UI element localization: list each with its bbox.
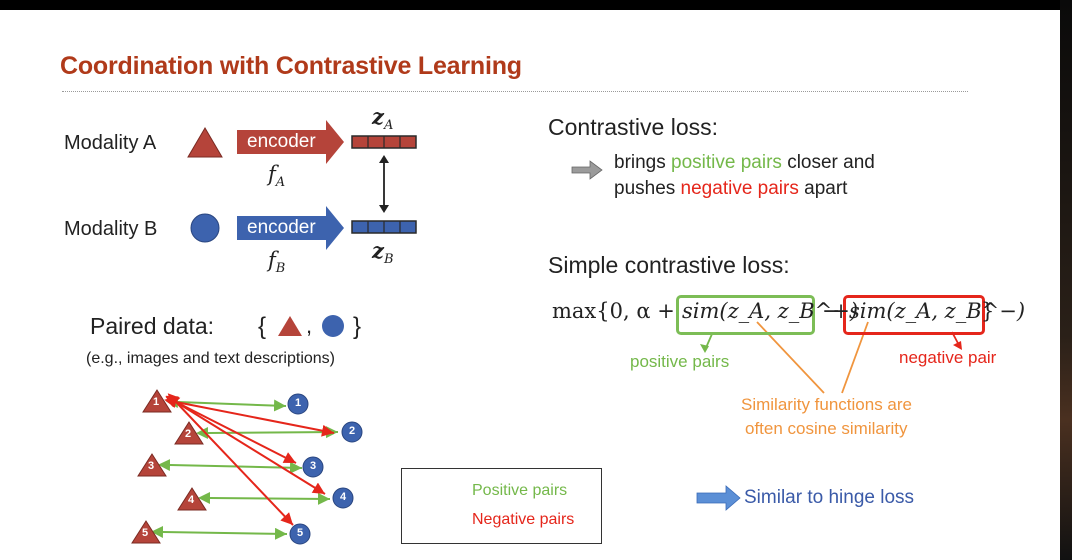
paired-data-label: Paired data: (90, 313, 215, 339)
paired-close-brace: } (353, 313, 362, 340)
embedding-z-b: zB (372, 238, 394, 268)
contrastive-loss-heading: Contrastive loss: (548, 114, 719, 140)
embedding-z-a: zA (372, 104, 394, 134)
positive-pair-arrow (198, 492, 331, 505)
legend-negative-label: Negative pairs (472, 511, 575, 528)
annotation-negative-pair: negative pair (899, 348, 997, 367)
annotation-similarity-1: Similarity functions are (741, 395, 913, 414)
triangle-icon (187, 127, 223, 158)
circle-number: 2 (349, 425, 356, 437)
contrastive-line-1: brings positive pairs closer and (614, 152, 875, 173)
circle-number: 1 (295, 397, 302, 409)
triangle-number: 2 (185, 428, 192, 440)
circle-number: 5 (297, 527, 304, 539)
legend-positive-label: Positive pairs (472, 482, 568, 499)
encoder-b-label: encoder (247, 217, 316, 238)
paired-comma: , (306, 313, 313, 338)
formula-start: max{0, α + (552, 299, 675, 323)
circle-icon (322, 315, 344, 337)
right-arrow-icon (696, 485, 741, 511)
encoder-a-label: encoder (247, 131, 316, 152)
function-f-a: fA (268, 162, 286, 191)
hinge-loss-note: Similar to hinge loss (744, 487, 915, 508)
window-top-bar (0, 0, 1072, 10)
embedding-vector-icon (351, 135, 417, 149)
circle-number: 3 (310, 460, 317, 472)
formula-minus: − (822, 299, 841, 324)
right-arrow-icon (571, 160, 603, 180)
triangle-number: 1 (153, 396, 160, 408)
paired-data-example: (e.g., images and text descriptions) (86, 350, 336, 367)
formula-end: } (981, 299, 995, 323)
function-f-b: fB (268, 248, 286, 277)
circle-number: 4 (340, 491, 347, 503)
contrastive-line-2: pushes negative pairs apart (614, 178, 848, 199)
paired-open-brace: { (258, 313, 267, 340)
triangle-number: 3 (148, 460, 155, 472)
triangle-number: 4 (188, 494, 195, 506)
legend-box (401, 468, 602, 544)
positive-pair-arrow (151, 526, 288, 540)
triangle-icon (278, 316, 302, 336)
window-right-edge (1060, 0, 1072, 560)
annotation-similarity-2: often cosine similarity (745, 419, 908, 438)
slide: Coordination with Contrastive Learning M… (0, 0, 1060, 560)
embedding-vector-icon (351, 220, 417, 234)
simple-loss-heading: Simple contrastive loss: (548, 252, 790, 278)
double-arrow-icon (379, 155, 389, 213)
circle-icon (190, 213, 220, 243)
formula-negative-term: sim(z_A, z_B^−) (849, 299, 1026, 323)
annotation-positive-pairs: positive pairs (630, 352, 730, 371)
triangle-number: 5 (142, 527, 149, 539)
